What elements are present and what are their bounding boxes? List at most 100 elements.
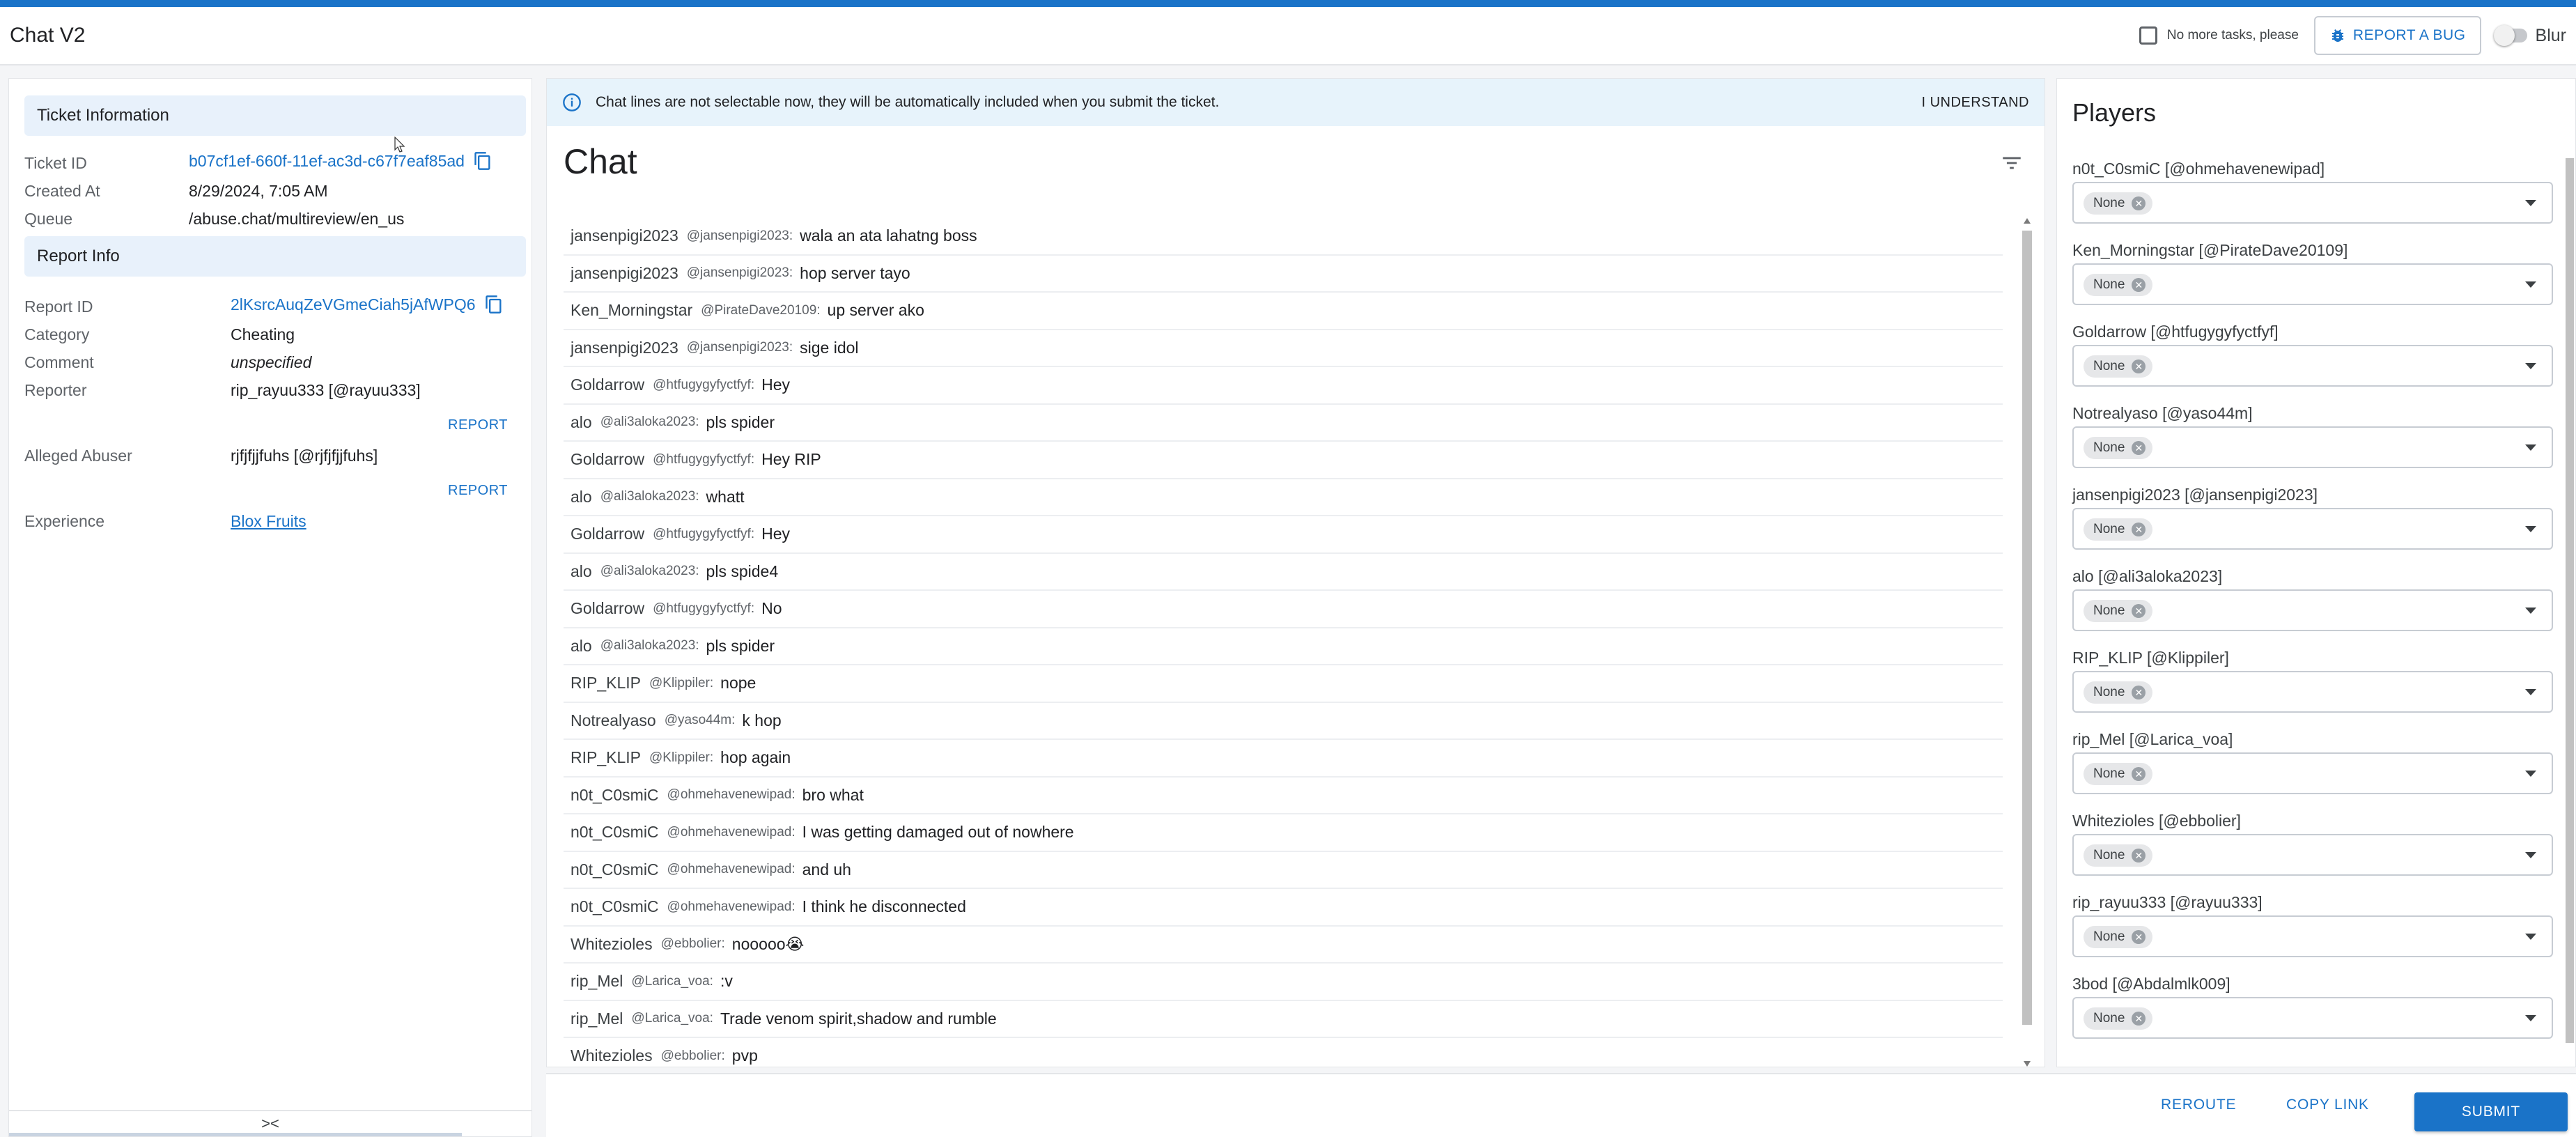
- player-label-select[interactable]: None ✕: [2072, 671, 2553, 713]
- chat-message-row: n0t_C0smiC @ohmehavenewipad: and uh: [564, 852, 2003, 889]
- category-label: Category: [24, 325, 90, 343]
- no-more-tasks-checkbox[interactable]: [2139, 26, 2157, 45]
- player-label-select[interactable]: None ✕: [2072, 752, 2553, 794]
- player-label-select[interactable]: None ✕: [2072, 426, 2553, 468]
- alleged-abuser-value: rjfjfjjfuhs [@rjfjfjjfuhs]: [231, 447, 378, 465]
- player-label-select[interactable]: None ✕: [2072, 915, 2553, 957]
- chat-scrollbar[interactable]: [2022, 217, 2032, 1068]
- none-chip[interactable]: None ✕: [2084, 600, 2153, 622]
- dropdown-caret-icon[interactable]: [2525, 771, 2536, 777]
- chat-author-name: alo: [571, 562, 592, 580]
- none-chip[interactable]: None ✕: [2084, 192, 2153, 215]
- none-chip[interactable]: None ✕: [2084, 1007, 2153, 1030]
- players-scrollbar[interactable]: [2566, 146, 2574, 1058]
- copy-icon[interactable]: [473, 151, 492, 171]
- remove-chip-icon[interactable]: ✕: [2132, 930, 2146, 944]
- none-chip[interactable]: None ✕: [2084, 844, 2153, 867]
- report-bug-label: REPORT A BUG: [2352, 27, 2466, 43]
- player-label-select[interactable]: None ✕: [2072, 997, 2553, 1039]
- scroll-up-icon[interactable]: [2024, 218, 2031, 224]
- none-chip[interactable]: None ✕: [2084, 274, 2153, 296]
- ticket-id-value[interactable]: b07cf1ef-660f-11ef-ac3d-c67f7eaf85ad: [189, 152, 465, 171]
- report-bug-button[interactable]: REPORT A BUG: [2313, 16, 2481, 55]
- ticket-id-label: Ticket ID: [24, 154, 87, 172]
- player-label-select[interactable]: None ✕: [2072, 182, 2553, 224]
- dropdown-caret-icon[interactable]: [2525, 281, 2536, 288]
- chat-author-name: RIP_KLIP: [571, 748, 641, 767]
- created-at-value: 8/29/2024, 7:05 AM: [189, 182, 328, 200]
- chat-author-handle: @ohmehavenewipad:: [667, 787, 796, 803]
- blur-toggle-knob[interactable]: [2493, 25, 2515, 46]
- none-chip[interactable]: None ✕: [2084, 518, 2153, 541]
- player-label-select[interactable]: None ✕: [2072, 345, 2553, 387]
- abuser-report-link[interactable]: REPORT: [448, 483, 508, 499]
- none-chip[interactable]: None ✕: [2084, 763, 2153, 785]
- none-chip[interactable]: None ✕: [2084, 437, 2153, 459]
- no-more-tasks-label: No more tasks, please: [2166, 28, 2299, 42]
- chat-message-text: k hop: [742, 711, 782, 729]
- chat-message-row: n0t_C0smiC @ohmehavenewipad: I think he di…: [564, 889, 2003, 927]
- collapse-panel-bar[interactable]: ><: [9, 1110, 532, 1136]
- scroll-down-icon[interactable]: [2024, 1061, 2031, 1067]
- remove-chip-icon[interactable]: ✕: [2132, 278, 2146, 292]
- dropdown-caret-icon[interactable]: [2525, 444, 2536, 451]
- remove-chip-icon[interactable]: ✕: [2132, 686, 2146, 699]
- dropdown-caret-icon[interactable]: [2525, 608, 2536, 614]
- player-label-select[interactable]: None ✕: [2072, 589, 2553, 631]
- chat-message-text: pvp: [731, 1046, 758, 1065]
- dropdown-caret-icon[interactable]: [2525, 200, 2536, 206]
- report-id-value[interactable]: 2lKsrcAuqZeVGmeCiah5jAfWPQ6: [231, 295, 476, 314]
- i-understand-button[interactable]: I UNDERSTAND: [1921, 95, 2029, 111]
- banner-text: Chat lines are not selectable now, they …: [596, 94, 1220, 110]
- remove-chip-icon[interactable]: ✕: [2132, 196, 2146, 210]
- chat-author-handle: @htfugygyfyctfyf:: [653, 601, 755, 616]
- remove-chip-icon[interactable]: ✕: [2132, 523, 2146, 536]
- remove-chip-icon[interactable]: ✕: [2132, 359, 2146, 373]
- dropdown-caret-icon[interactable]: [2525, 689, 2536, 695]
- reporter-report-link[interactable]: REPORT: [448, 417, 508, 433]
- copy-link-button[interactable]: COPY LINK: [2286, 1097, 2369, 1113]
- chat-author-handle: @ali3aloka2023:: [600, 489, 699, 504]
- player-label-select[interactable]: None ✕: [2072, 263, 2553, 305]
- dropdown-caret-icon[interactable]: [2525, 1015, 2536, 1021]
- chat-message-text: and uh: [802, 860, 851, 879]
- remove-chip-icon[interactable]: ✕: [2132, 849, 2146, 863]
- remove-chip-icon[interactable]: ✕: [2132, 441, 2146, 455]
- remove-chip-icon[interactable]: ✕: [2132, 604, 2146, 618]
- reroute-button[interactable]: REROUTE: [2161, 1097, 2236, 1113]
- chat-message-text: hop again: [720, 748, 791, 767]
- filter-icon[interactable]: [2000, 151, 2024, 175]
- horizontal-scrollbar[interactable]: [9, 1133, 462, 1136]
- chat-message-text: Hey: [761, 376, 791, 394]
- player-label-select[interactable]: None ✕: [2072, 508, 2553, 550]
- blur-toggle-track[interactable]: [2493, 25, 2527, 46]
- none-chip[interactable]: None ✕: [2084, 355, 2153, 378]
- report-id-row: Report ID: [24, 297, 93, 316]
- chat-author-name: Notrealyaso: [571, 711, 656, 729]
- comment-label: Comment: [24, 353, 94, 371]
- chat-message-row: rip_Mel @Larica_voa::v: [564, 964, 2003, 1001]
- dropdown-caret-icon[interactable]: [2525, 852, 2536, 858]
- none-chip[interactable]: None ✕: [2084, 681, 2153, 704]
- comment-row: Comment unspecified: [24, 353, 311, 372]
- copy-icon[interactable]: [484, 295, 504, 314]
- remove-chip-icon[interactable]: ✕: [2132, 1012, 2146, 1026]
- dropdown-caret-icon[interactable]: [2525, 526, 2536, 532]
- player-name: 3bod [@Abdalmlk009]: [2072, 975, 2230, 993]
- queue-row: Queue /abuse.chat/multireview/en_us: [24, 210, 404, 229]
- chat-message-text: I was getting damaged out of nowhere: [802, 823, 1074, 842]
- dropdown-caret-icon[interactable]: [2525, 934, 2536, 940]
- chat-author-handle: @jansenpigi2023:: [686, 340, 793, 355]
- chat-scroll-thumb[interactable]: [2022, 231, 2032, 1025]
- collapse-icon[interactable]: ><: [261, 1115, 279, 1133]
- remove-chip-icon[interactable]: ✕: [2132, 767, 2146, 781]
- experience-link[interactable]: Blox Fruits: [231, 512, 307, 531]
- blur-toggle[interactable]: Blur: [2493, 25, 2566, 46]
- none-chip[interactable]: None ✕: [2084, 926, 2153, 948]
- submit-button[interactable]: SUBMIT: [2414, 1092, 2568, 1131]
- players-scroll-thumb[interactable]: [2566, 158, 2574, 1043]
- chat-message-row: Whitezioles @ebbolier: pvp: [564, 1038, 2003, 1076]
- player-label-select[interactable]: None ✕: [2072, 834, 2553, 876]
- ticket-id-row: Ticket ID: [24, 154, 87, 173]
- dropdown-caret-icon[interactable]: [2525, 363, 2536, 369]
